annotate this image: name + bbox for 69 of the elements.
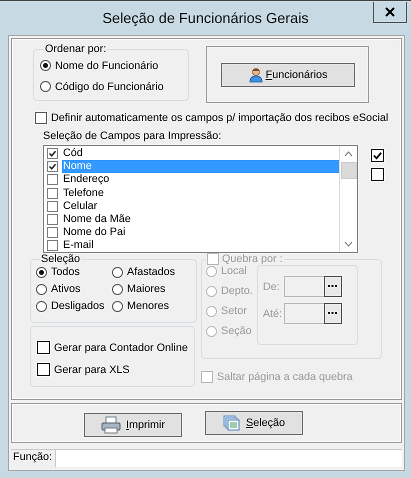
field-label: De: (262, 280, 281, 292)
radio-button[interactable] (36, 284, 47, 294)
close-button[interactable] (373, 2, 407, 23)
list-item[interactable]: Telefone (62, 186, 339, 200)
scrollbar[interactable] (339, 146, 357, 252)
checkbox-label: Saltar página a cada quebra (217, 371, 353, 383)
checkbox[interactable] (47, 240, 58, 252)
group-label: Seleção (40, 253, 82, 265)
radio-button[interactable] (40, 60, 51, 71)
list-item[interactable]: Endereço (62, 173, 339, 186)
radio-label: Menores (127, 300, 170, 312)
radio-button[interactable] (36, 300, 47, 312)
list-item[interactable]: Cód (62, 147, 339, 160)
documents-icon (222, 415, 241, 431)
radio-label: Maiores (127, 283, 166, 295)
radio-button[interactable] (36, 266, 47, 278)
print-button[interactable]: Imprimir (84, 412, 182, 436)
checkbox[interactable] (37, 363, 50, 376)
checkbox-label: Definir automaticamente os campos p/ importação dos recibos eSocial (51, 112, 388, 124)
ellipsis-icon (328, 312, 338, 315)
radio-label: Desligados (51, 300, 104, 312)
browse-button[interactable] (324, 303, 342, 324)
employees-button[interactable]: Funcionários (220, 62, 354, 86)
printer-icon (101, 416, 121, 434)
radio-button[interactable] (40, 81, 51, 92)
radio-label: Nome do Funcionário (55, 60, 158, 72)
chevron-down-icon[interactable] (344, 241, 353, 247)
radio-label: Todos (51, 266, 80, 278)
checkbox[interactable] (47, 161, 58, 172)
checkbox-label: Gerar para XLS (54, 364, 130, 376)
input-field[interactable] (284, 303, 324, 324)
radio-button[interactable] (112, 266, 123, 278)
window-title: Seleção de Funcionários Gerais (102, 11, 309, 27)
group-label: Ordenar por: (44, 43, 108, 55)
list-item[interactable]: Celular (62, 200, 339, 213)
radio-label: Afastados (127, 266, 176, 278)
input-field[interactable] (284, 276, 324, 297)
selection-button[interactable]: Seleção (205, 411, 303, 435)
radio-label: Setor (221, 305, 247, 317)
ellipsis-icon (328, 285, 338, 288)
radio-label: Código do Funcionário (55, 80, 164, 92)
checkbox[interactable] (371, 168, 384, 181)
checkbox[interactable] (47, 227, 58, 238)
radio-label: Local (221, 265, 247, 277)
checkbox[interactable] (47, 174, 58, 186)
list-item[interactable]: Nome da Mãe (62, 213, 339, 226)
checkbox-label: Gerar para Contador Online (54, 342, 188, 354)
radio-label: Depto. (221, 285, 253, 297)
list-item[interactable]: Nome do Pai (62, 226, 339, 240)
checkbox[interactable] (47, 200, 58, 212)
checkbox[interactable] (47, 148, 58, 160)
checkbox[interactable] (35, 112, 47, 124)
checkbox[interactable] (37, 341, 50, 354)
radio-button[interactable] (112, 284, 123, 294)
person-icon (248, 66, 264, 82)
checkbox-label: Quebra por : (222, 253, 283, 265)
checkbox[interactable] (47, 188, 58, 199)
checkbox[interactable] (371, 149, 384, 162)
scrollbar-thumb[interactable] (340, 162, 356, 179)
list-item[interactable]: E-mail (62, 239, 339, 252)
chevron-up-icon[interactable] (344, 151, 353, 157)
radio-label: Seção (221, 325, 252, 337)
browse-button[interactable] (324, 276, 342, 297)
checkbox[interactable] (47, 214, 58, 226)
close-icon (385, 7, 395, 17)
field-label: Até: (262, 308, 284, 320)
radio-button[interactable] (112, 300, 123, 312)
fields-label: Seleção de Campos para Impressão: (43, 130, 222, 142)
radio-label: Ativos (51, 283, 80, 295)
